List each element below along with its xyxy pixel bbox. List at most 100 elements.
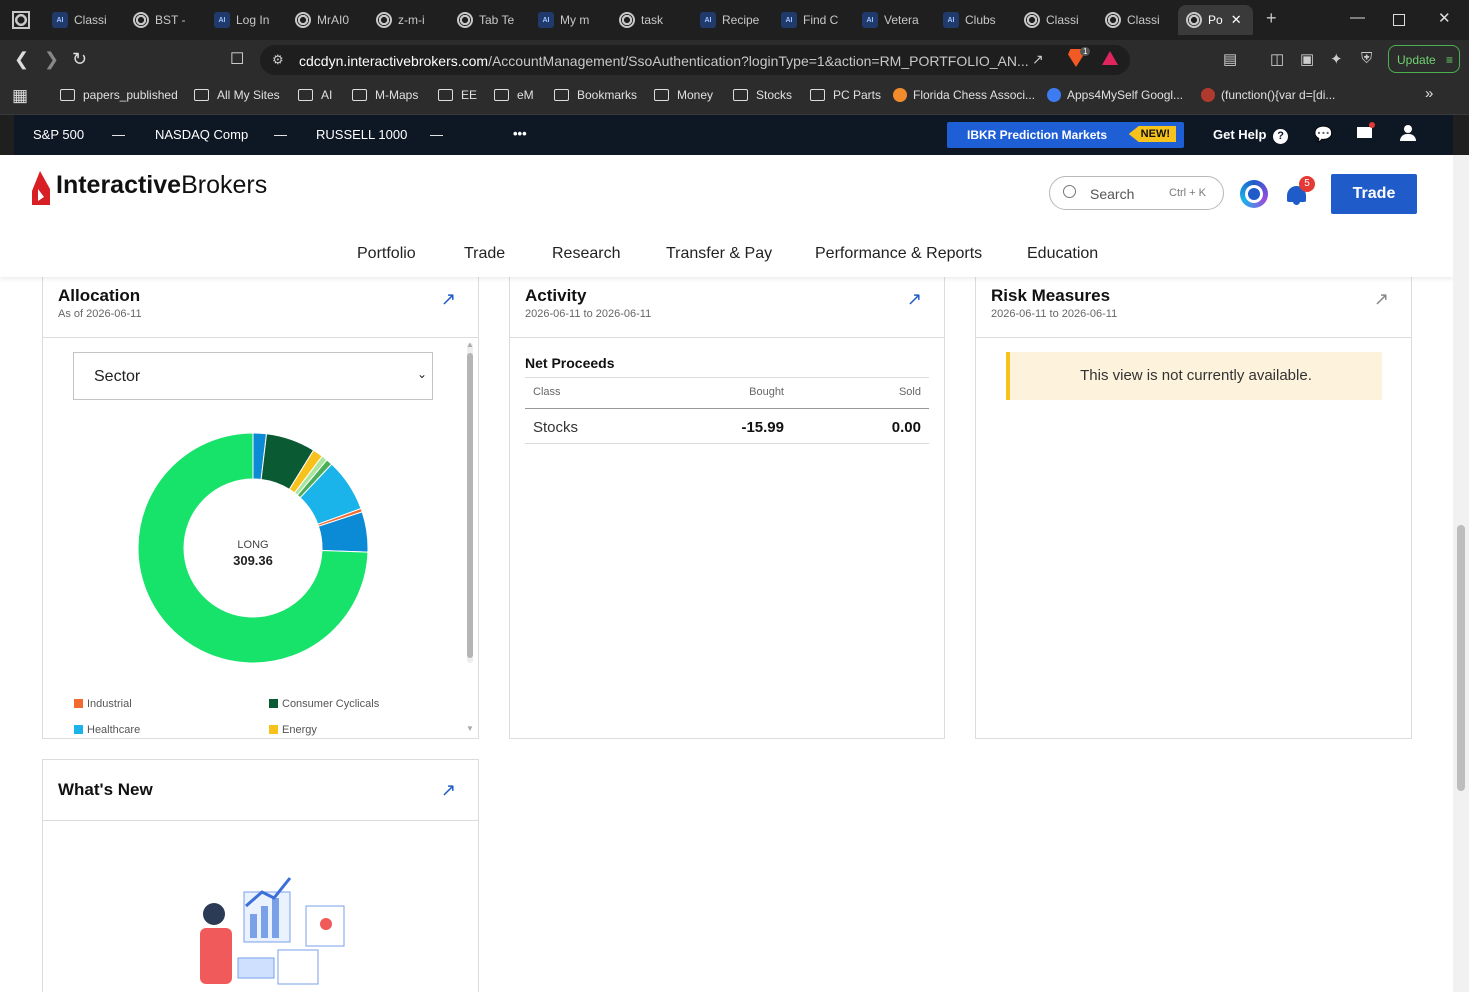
browser-tab[interactable]: AI Find C (773, 5, 849, 35)
ibkr-assistant-icon[interactable] (1240, 180, 1268, 208)
sidebar-icon[interactable]: ◫ (1270, 50, 1284, 68)
apps-grid-icon[interactable]: ▦ (12, 86, 28, 106)
scroll-down-icon[interactable]: ▼ (466, 724, 474, 733)
close-window-icon[interactable]: ✕ (1438, 9, 1451, 27)
ticker-more-icon[interactable]: ••• (513, 126, 527, 141)
browser-tab[interactable]: AI Recipe (692, 5, 768, 35)
browser-tab[interactable]: AI Clubs (935, 5, 1011, 35)
browser-tab[interactable]: task (611, 5, 687, 35)
donut-center-value: 309.36 (233, 553, 273, 568)
bookmark-item[interactable]: PC Parts (810, 88, 881, 102)
minimize-icon[interactable]: — (1350, 9, 1365, 26)
search-icon (1063, 185, 1076, 198)
browser-tab[interactable]: AI Log In (206, 5, 282, 35)
bookmark-item[interactable]: Money (654, 88, 713, 102)
legend-energy[interactable]: Energy (269, 724, 317, 736)
ticker-nasdaq[interactable]: NASDAQ Comp (155, 127, 248, 142)
browser-tab[interactable]: z-m-i (368, 5, 444, 35)
allocation-sector-select[interactable]: Sector ⌄ (73, 352, 433, 400)
prediction-markets-button[interactable]: IBKR Prediction Markets NEW! (947, 122, 1184, 148)
leo-ai-icon[interactable]: ✦ (1330, 50, 1343, 68)
browser-tab[interactable]: Po ✕ (1178, 5, 1253, 35)
bookmark-item[interactable]: Apps4MySelf Googl... (1047, 88, 1183, 102)
allocation-scrollbar[interactable] (467, 343, 473, 663)
risk-expand-icon[interactable]: ↗ (1374, 289, 1389, 310)
menu-portfolio[interactable]: Portfolio (357, 245, 416, 263)
tab-label: BST - (155, 13, 186, 27)
folder-icon (194, 89, 209, 101)
menu-research[interactable]: Research (552, 245, 620, 263)
notifications-bell-icon[interactable]: 5 (1286, 176, 1315, 206)
ticker-sp500[interactable]: S&P 500 (33, 127, 84, 142)
close-tab-icon[interactable]: ✕ (1231, 12, 1242, 28)
browser-menu-icon[interactable] (12, 11, 30, 29)
bookmark-item[interactable]: All My Sites (194, 88, 280, 102)
legend-consumer-cyclicals[interactable]: Consumer Cyclicals (269, 698, 379, 710)
forward-icon[interactable]: ❯ (44, 49, 59, 70)
more-bookmarks-icon[interactable]: » (1425, 85, 1433, 102)
share-icon[interactable]: ↗ (1032, 51, 1044, 68)
bookmark-item[interactable]: (function(){var d=[di... (1201, 88, 1335, 102)
get-help-link[interactable]: Get Help ? (1213, 127, 1289, 144)
bookmark-label: Bookmarks (577, 88, 638, 102)
search-input[interactable]: Search Ctrl + K (1049, 176, 1224, 210)
ticker-russell[interactable]: RUSSELL 1000 (316, 127, 407, 142)
legend-healthcare[interactable]: Healthcare (74, 724, 140, 736)
browser-tab[interactable]: Classi (1016, 5, 1092, 35)
maximize-icon[interactable] (1393, 14, 1405, 26)
bookmark-label: Florida Chess Associ... (913, 88, 1036, 102)
page-scrollbar[interactable] (1453, 155, 1469, 992)
back-icon[interactable]: ❮ (14, 49, 29, 70)
legend-industrial[interactable]: Industrial (74, 698, 132, 710)
reload-icon[interactable]: ↻ (72, 49, 87, 70)
folder-icon (298, 89, 313, 101)
browser-tab-bar: AI Classi BST - AI Log In MrAI0 z-m-i Tab Te AI M… (0, 0, 1469, 40)
bookmark-icon[interactable]: ☐ (230, 49, 244, 69)
site-settings-icon[interactable]: ⚙ (272, 52, 284, 68)
ib-logo[interactable]: InteractiveBrokers (32, 171, 267, 205)
browser-tab[interactable]: MrAI0 (287, 5, 363, 35)
bookmark-item[interactable]: Stocks (733, 88, 792, 102)
ai-icon: AI (538, 12, 554, 28)
scroll-up-icon[interactable]: ▲ (466, 340, 474, 349)
bookmark-label: Stocks (756, 88, 793, 102)
browser-tab[interactable]: AI Classi (44, 5, 120, 35)
whats-new-expand-icon[interactable]: ↗ (441, 780, 456, 801)
chat-icon[interactable]: 💬 (1314, 125, 1333, 143)
bookmark-label: EE (461, 88, 478, 102)
update-button[interactable]: Update ≡ (1388, 45, 1460, 73)
wallet-icon[interactable]: ▣ (1300, 50, 1314, 68)
browser-tab[interactable]: Classi (1097, 5, 1173, 35)
mail-icon[interactable] (1357, 122, 1375, 141)
vpn-icon[interactable]: ⛨ (1361, 50, 1372, 67)
new-tab-icon[interactable]: + (1266, 8, 1277, 29)
account-icon[interactable] (1400, 125, 1416, 141)
bookmark-item[interactable]: EE (438, 88, 477, 102)
url-bar[interactable]: ⚙ cdcdyn.interactivebrokers.com/AccountM… (260, 45, 1130, 75)
bookmark-item[interactable]: papers_published (60, 88, 178, 102)
bookmark-item[interactable]: AI (298, 88, 332, 102)
risk-title: Risk Measures (991, 286, 1111, 305)
globe-icon (1186, 12, 1202, 28)
browser-tab[interactable]: AI My m (530, 5, 606, 35)
bookmark-item[interactable]: Bookmarks (554, 88, 637, 102)
reader-icon[interactable]: ▤ (1223, 50, 1237, 68)
globe-icon (1024, 12, 1040, 28)
browser-tab[interactable]: Tab Te (449, 5, 525, 35)
allocation-title: Allocation (58, 286, 141, 305)
brave-rewards-icon[interactable] (1102, 51, 1118, 65)
menu-trade[interactable]: Trade (464, 245, 505, 263)
bookmark-item[interactable]: M-Maps (352, 88, 418, 102)
bookmark-label: eM (517, 88, 534, 102)
menu-performance-reports[interactable]: Performance & Reports (815, 245, 982, 263)
browser-tab[interactable]: AI Vetera (854, 5, 930, 35)
bookmark-item[interactable]: eM (494, 88, 534, 102)
trade-button[interactable]: Trade (1331, 174, 1417, 214)
browser-tab[interactable]: BST - (125, 5, 201, 35)
activity-expand-icon[interactable]: ↗ (907, 289, 922, 310)
menu-education[interactable]: Education (1027, 245, 1098, 263)
url-text[interactable]: cdcdyn.interactivebrokers.com/AccountMan… (299, 53, 1029, 69)
bookmark-item[interactable]: Florida Chess Associ... (893, 88, 1035, 102)
allocation-expand-icon[interactable]: ↗ (441, 289, 456, 310)
menu-transfer-pay[interactable]: Transfer & Pay (666, 245, 772, 263)
